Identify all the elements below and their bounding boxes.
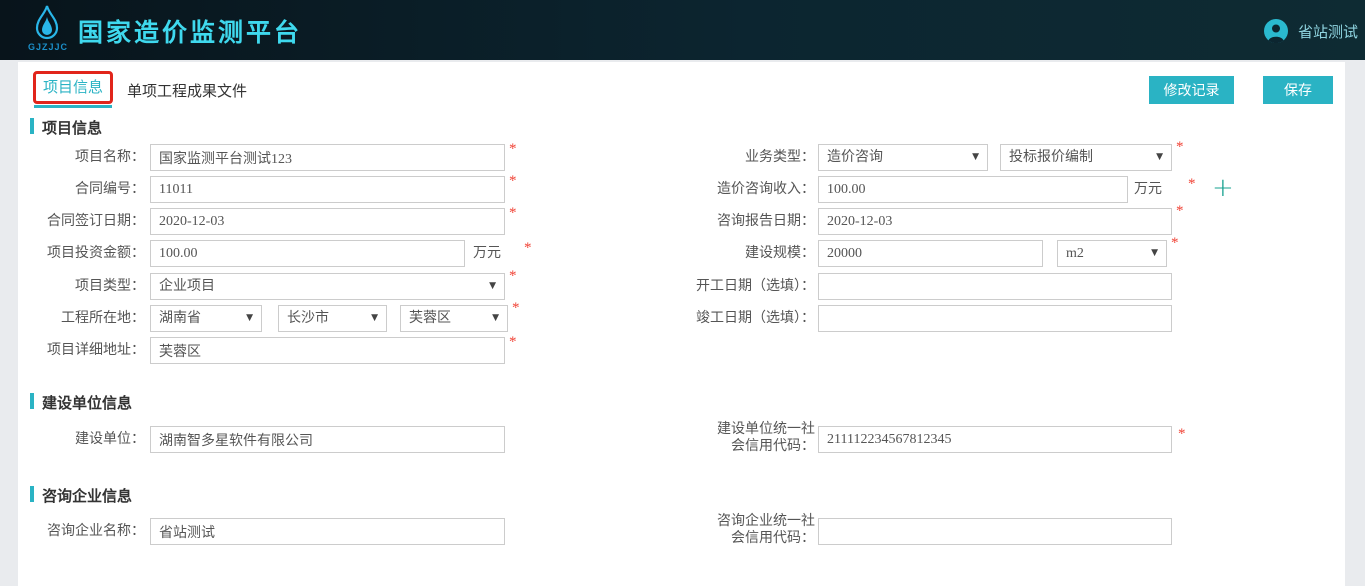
end-date-input[interactable]: [818, 305, 1172, 332]
section-title: 咨询企业信息: [42, 485, 132, 506]
location-district-select[interactable]: 芙蓉区 ▼: [400, 305, 508, 332]
modify-record-button[interactable]: 修改记录: [1149, 76, 1234, 104]
page: GJZJJC 国家造价监测平台 省站测试 项目信息 单项工程成果文件 修改记录 …: [0, 0, 1365, 586]
business-type-select-1[interactable]: 造价咨询 ▼: [818, 144, 988, 171]
project-type-select[interactable]: 企业项目 ▼: [150, 273, 505, 300]
location-province-select[interactable]: 湖南省 ▼: [150, 305, 262, 332]
start-date-input[interactable]: [818, 273, 1172, 300]
end-date-label: 竣工日期（选填）：: [600, 305, 815, 333]
business-type-label: 业务类型：: [600, 144, 815, 172]
business-type-select-2[interactable]: 投标报价编制 ▼: [1000, 144, 1172, 171]
contract-no-label: 合同编号：: [0, 176, 145, 204]
add-income-plus-icon[interactable]: +: [1212, 174, 1234, 202]
scale-unit-select[interactable]: m2 ▼: [1057, 240, 1167, 267]
location-label: 工程所在地：: [0, 305, 145, 333]
consulting-credit-code-input[interactable]: [818, 518, 1172, 545]
chevron-down-icon: ▼: [371, 306, 378, 331]
page-title: 国家造价监测平台: [78, 13, 302, 49]
logo-abbreviation: GJZJJC: [25, 42, 71, 52]
chevron-down-icon: ▼: [492, 306, 499, 331]
app-header: GJZJJC 国家造价监测平台 省站测试: [0, 0, 1365, 60]
required-asterisk: *: [509, 173, 517, 190]
consulting-income-label: 造价咨询收入：: [600, 176, 815, 204]
consulting-income-input[interactable]: [818, 176, 1128, 203]
section-accent-bar: [30, 486, 34, 502]
section-accent-bar: [30, 393, 34, 409]
location-province-selected: 湖南省: [159, 311, 201, 326]
required-asterisk: *: [509, 141, 517, 158]
scale-unit-selected: m2: [1066, 246, 1084, 261]
report-date-label: 咨询报告日期：: [600, 208, 815, 236]
required-asterisk: *: [512, 300, 520, 317]
section-title: 建设单位信息: [42, 392, 132, 413]
section-title: 项目信息: [42, 117, 102, 138]
address-label: 项目详细地址：: [0, 337, 145, 365]
user-avatar-icon[interactable]: [1264, 19, 1288, 43]
construction-credit-code-label: 建设单位统一社会信用代码：: [705, 421, 815, 455]
construction-unit-input[interactable]: [150, 426, 505, 453]
location-city-selected: 长沙市: [287, 311, 329, 326]
project-name-input[interactable]: [150, 144, 505, 171]
report-date-input[interactable]: [818, 208, 1172, 235]
required-asterisk: *: [1176, 203, 1184, 220]
investment-unit: 万元: [473, 240, 501, 268]
project-name-label: 项目名称：: [0, 144, 145, 172]
location-district-selected: 芙蓉区: [409, 311, 451, 326]
consulting-income-unit: 万元: [1134, 176, 1162, 204]
required-asterisk: *: [524, 240, 532, 257]
chevron-down-icon: ▼: [246, 306, 253, 331]
construction-unit-label: 建设单位：: [0, 426, 145, 454]
required-asterisk: *: [1188, 176, 1196, 193]
required-asterisk: *: [509, 334, 517, 351]
flame-logo-icon: [32, 5, 62, 41]
address-input[interactable]: [150, 337, 505, 364]
consulting-credit-code-label: 咨询企业统一社会信用代码：: [705, 513, 815, 547]
required-asterisk: *: [509, 205, 517, 222]
required-asterisk: *: [1176, 139, 1184, 156]
chevron-down-icon: ▼: [1156, 145, 1163, 170]
contract-no-input[interactable]: [150, 176, 505, 203]
project-type-selected: 企业项目: [159, 279, 215, 294]
investment-label: 项目投资金额：: [0, 240, 145, 268]
save-button[interactable]: 保存: [1263, 76, 1333, 104]
chevron-down-icon: ▼: [489, 274, 496, 299]
contract-sign-date-input[interactable]: [150, 208, 505, 235]
tab-project-info[interactable]: 项目信息: [33, 71, 113, 104]
required-asterisk: *: [1171, 235, 1179, 252]
scale-input[interactable]: [818, 240, 1043, 267]
start-date-label: 开工日期（选填）：: [600, 273, 815, 301]
chevron-down-icon: ▼: [1151, 241, 1158, 266]
contract-sign-date-label: 合同签订日期：: [0, 208, 145, 236]
business-type-selected-2: 投标报价编制: [1009, 150, 1093, 165]
active-tab-underline: [34, 105, 112, 108]
investment-input[interactable]: [150, 240, 465, 267]
required-asterisk: *: [1178, 426, 1186, 443]
consulting-company-name-label: 咨询企业名称：: [0, 518, 145, 546]
required-asterisk: *: [509, 268, 517, 285]
section-accent-bar: [30, 118, 34, 134]
project-type-label: 项目类型：: [0, 273, 145, 301]
scale-label: 建设规模：: [600, 240, 815, 268]
tab-single-project-result-files[interactable]: 单项工程成果文件: [127, 80, 247, 101]
location-city-select[interactable]: 长沙市 ▼: [278, 305, 387, 332]
chevron-down-icon: ▼: [972, 145, 979, 170]
user-name[interactable]: 省站测试: [1298, 21, 1358, 42]
business-type-selected-1: 造价咨询: [827, 150, 883, 165]
construction-credit-code-input[interactable]: [818, 426, 1172, 453]
consulting-company-name-input[interactable]: [150, 518, 505, 545]
